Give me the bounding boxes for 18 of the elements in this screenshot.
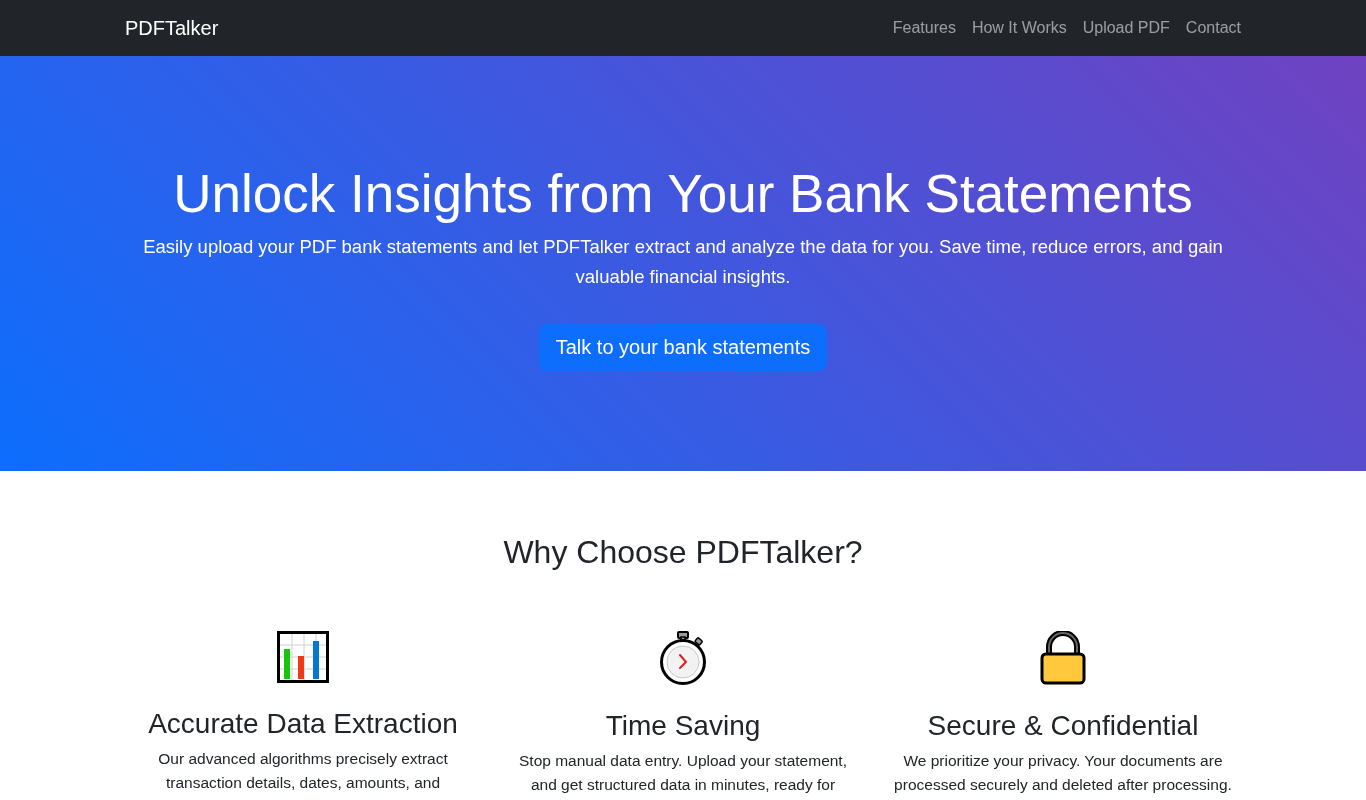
nav-link[interactable]: Contact bbox=[1177, 11, 1249, 45]
brand-link[interactable]: PDFTalker bbox=[125, 16, 219, 40]
bar-chart-icon bbox=[277, 631, 329, 683]
nav-link[interactable]: Upload PDF bbox=[1074, 11, 1178, 45]
hero-title: Unlock Insights from Your Bank Statements bbox=[173, 163, 1193, 225]
section-title: Why Choose PDFTalker? bbox=[503, 533, 863, 571]
feature-text: We prioritize your privacy. Your documents are processed securely and deleted after processing. bbox=[893, 751, 1233, 795]
stopwatch-icon bbox=[658, 631, 708, 685]
feature-title: Accurate Data Extraction bbox=[148, 707, 458, 741]
nav-link[interactable]: How It Works bbox=[963, 11, 1075, 45]
feature-title: Time Saving bbox=[605, 709, 761, 743]
nav-link[interactable]: Features bbox=[884, 11, 964, 45]
cta-button[interactable]: Talk to your bank statements bbox=[538, 324, 828, 371]
feature-title: Secure & Confidential bbox=[927, 709, 1199, 743]
padlock-icon bbox=[1040, 631, 1086, 685]
hero-text: Easily upload your PDF bank statements and let PDFTalker extract and analyze the data for you. Save time, reduce errors, and gain valuable financial insights. bbox=[142, 235, 1224, 289]
feature-text: Our advanced algorithms precisely extract transaction details, dates, amounts, and bbox=[157, 749, 449, 793]
feature-text: Stop manual data entry. Upload your statement, and get structured data in minutes, ready for bbox=[518, 751, 848, 795]
